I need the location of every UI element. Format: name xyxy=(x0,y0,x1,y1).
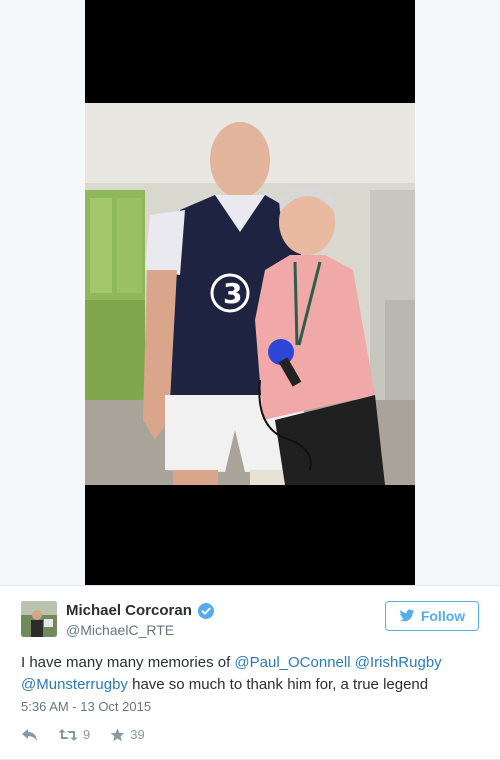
tweet-text-part: have so much to thank him for, a true le… xyxy=(127,676,429,693)
follow-button[interactable]: Follow xyxy=(385,601,479,631)
retweet-icon xyxy=(58,728,78,741)
mention-link[interactable]: @IrishRugby xyxy=(355,654,442,671)
mention-link[interactable]: @Munsterrugby xyxy=(21,676,128,693)
svg-text:3: 3 xyxy=(223,277,242,310)
verified-badge-icon xyxy=(197,602,214,619)
tweet-timestamp[interactable]: 5:36 AM - 13 Oct 2015 xyxy=(21,699,151,714)
reply-button[interactable] xyxy=(21,728,38,742)
author-display-name[interactable]: Michael Corcoran xyxy=(66,602,192,619)
tweet-card: Michael Corcoran @MichaelC_RTE Follow I … xyxy=(0,585,500,760)
avatar-image xyxy=(21,601,57,637)
tweet-text: I have many many memories of @Paul_OConn… xyxy=(21,652,481,696)
photo-image: 3 xyxy=(85,0,415,585)
like-button[interactable]: 39 xyxy=(110,727,145,742)
like-count: 39 xyxy=(130,727,145,742)
retweet-button[interactable]: 9 xyxy=(58,727,90,742)
star-icon xyxy=(110,728,125,741)
tweet-media[interactable]: 3 xyxy=(0,0,500,585)
author-handle[interactable]: @MichaelC_RTE xyxy=(66,622,174,638)
author-name-row[interactable]: Michael Corcoran xyxy=(66,602,214,619)
tweet-photo[interactable]: 3 xyxy=(85,0,415,585)
avatar[interactable] xyxy=(21,601,57,637)
tweet-actions: 9 39 xyxy=(21,727,145,742)
tweet-text-part: I have many many memories of xyxy=(21,654,235,671)
reply-icon xyxy=(22,728,37,741)
retweet-count: 9 xyxy=(83,727,91,742)
bird-icon xyxy=(399,609,415,622)
mention-link[interactable]: @Paul_OConnell xyxy=(234,654,350,671)
follow-label: Follow xyxy=(420,608,466,624)
